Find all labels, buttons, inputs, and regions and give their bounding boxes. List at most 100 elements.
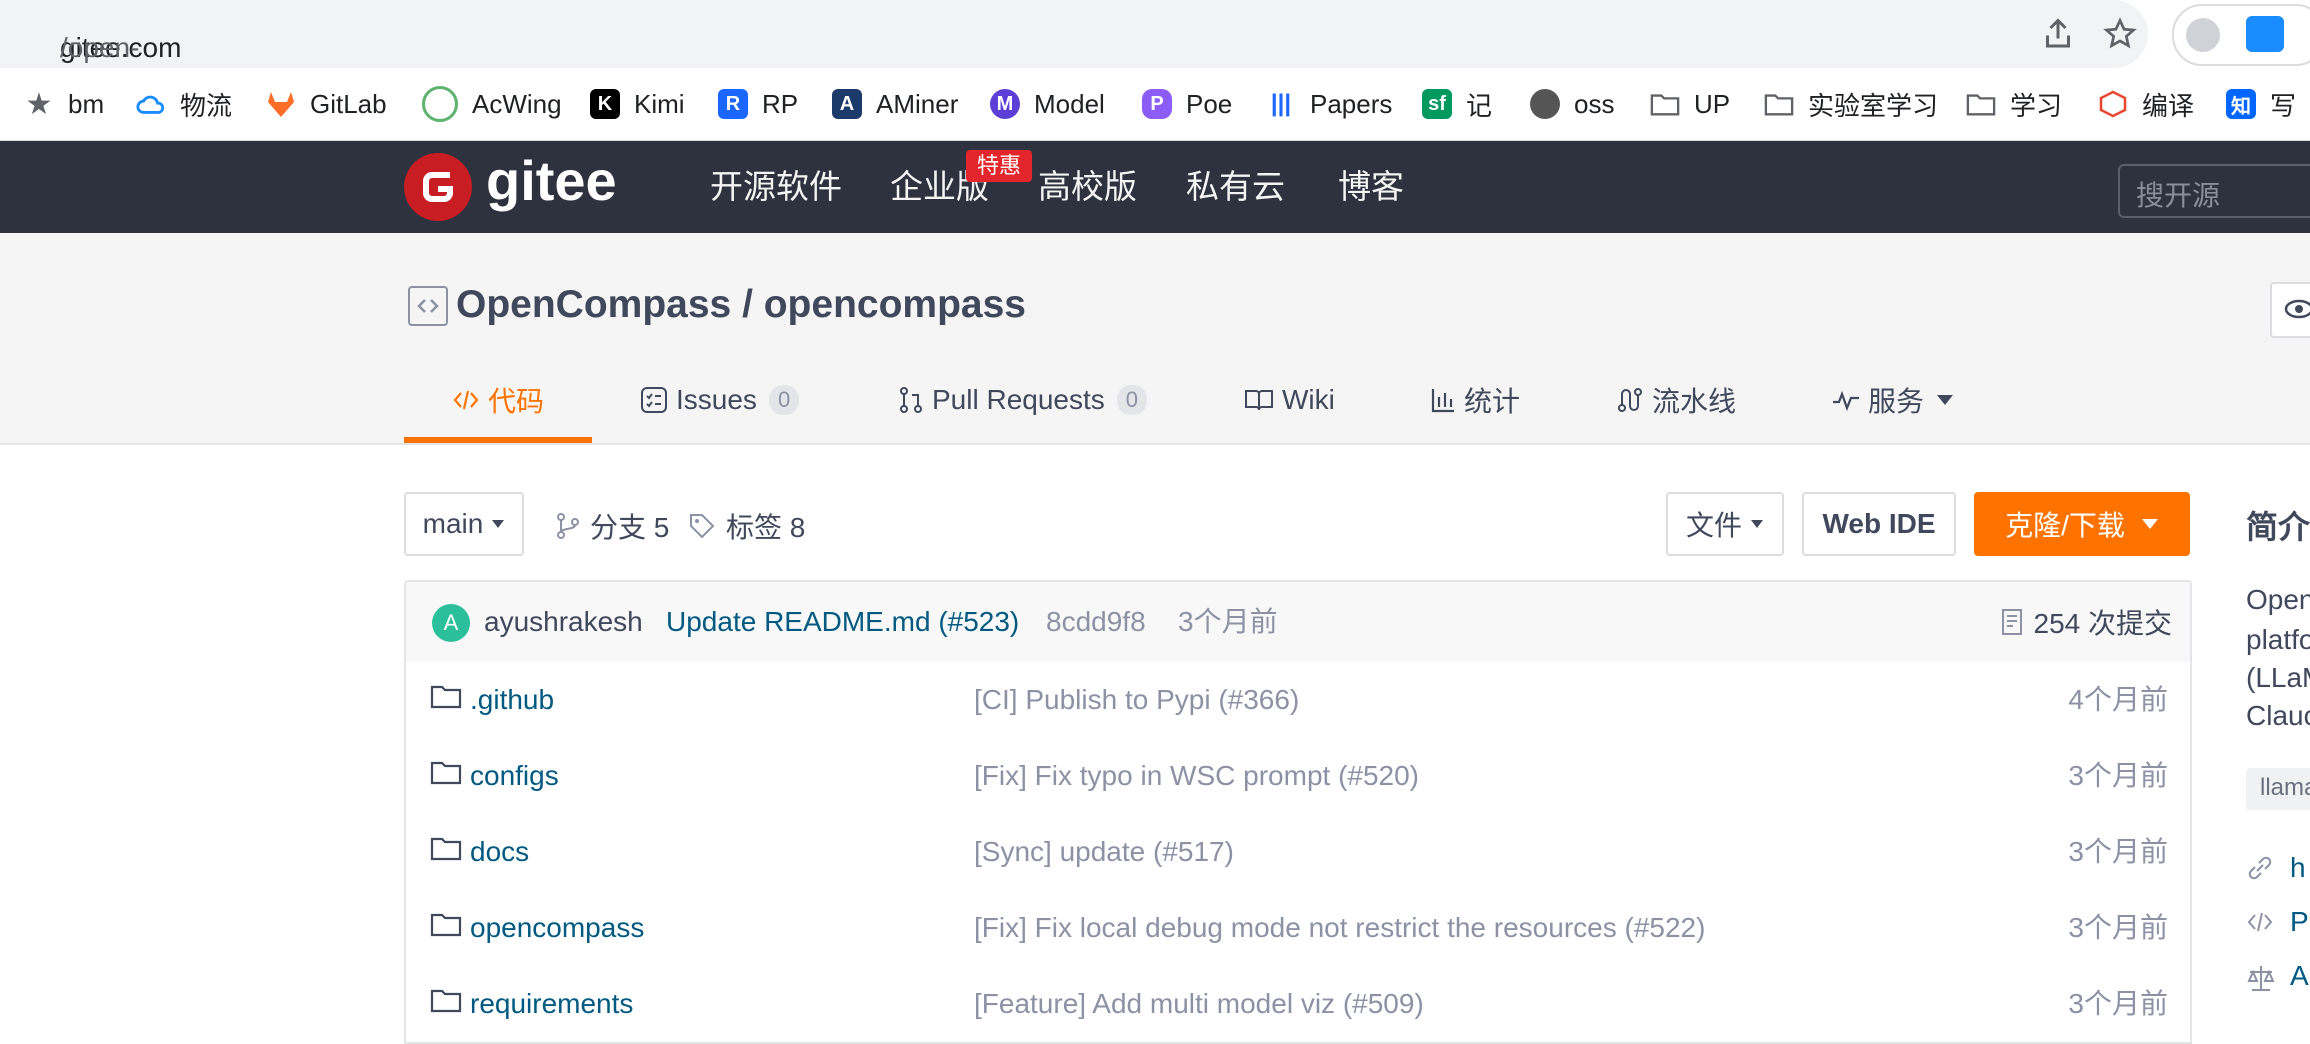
bookmark-item[interactable]: 实验室学习 [1764,82,1938,126]
kimi-icon: K [590,89,620,119]
issues-icon [641,387,667,413]
gitee-logo-icon[interactable] [404,153,472,221]
bookmark-label: Papers [1310,88,1393,119]
sidebar-homepage-link[interactable]: h [2290,848,2306,888]
bookmark-label: Poe [1186,88,1233,119]
branch-icon [557,513,579,539]
bookmark-item[interactable]: P Poe [1142,82,1232,126]
aminer-icon: A [832,89,862,119]
branches-label: 分支 5 [590,512,670,543]
sidebar-license-link[interactable]: A [2290,956,2309,996]
caret-down-icon [1937,395,1954,405]
share-icon[interactable] [2040,16,2076,57]
tab-label: 流水线 [1652,386,1737,417]
nav-private-cloud[interactable]: 私有云 [1186,165,1285,209]
bookmark-label: bm [68,88,105,119]
file-row[interactable]: docs [Sync] update (#517) 3个月前 [404,814,2192,892]
gitee-logo-text[interactable]: gitee [486,147,617,215]
bookmark-label: UP [1694,88,1731,119]
commit-count-label: 254 次提交 [2033,608,2173,639]
tab-label: 服务 [1868,386,1925,417]
project-header [0,233,2310,445]
bar-chart-icon [1431,389,1454,413]
bookmark-label: 写 [2270,90,2297,121]
file-name[interactable]: docs [470,832,529,872]
clone-download-button[interactable]: 克隆/下载 [1974,492,2190,556]
bookmark-item[interactable]: K Kimi [590,82,685,126]
web-ide-button[interactable]: Web IDE [1802,492,1956,556]
file-name[interactable]: requirements [470,984,633,1024]
bookmark-item[interactable]: AcWing [422,82,562,126]
license-scale-icon [2246,964,2276,997]
bookmark-item[interactable]: sf 记 [1422,82,1492,126]
bookmark-item[interactable]: UP [1650,82,1730,126]
bookmark-label: Kimi [634,88,685,119]
topic-tag[interactable]: llama [2246,768,2310,810]
pr-count-badge: 0 [1116,385,1148,415]
file-row[interactable]: .github [CI] Publish to Pypi (#366) 4个月前 [404,662,2192,740]
file-dropdown-button[interactable]: 文件 [1666,492,1784,556]
tags-link[interactable]: 标签 8 [688,506,805,546]
bookmark-item[interactable]: A AMiner [832,82,958,126]
bookmark-star-icon[interactable] [2102,16,2138,57]
search-input[interactable]: 搜开源 [2118,164,2310,218]
nav-blog[interactable]: 博客 [1338,165,1404,209]
file-row[interactable]: opencompass [Fix] Fix local debug mode n… [404,890,2192,968]
bookmark-item[interactable]: ★ bm [24,82,105,126]
tab-stats[interactable]: 统计 [1430,376,1520,424]
bookmark-item[interactable]: R RP [718,82,798,126]
tab-wiki[interactable]: Wiki [1244,376,1335,424]
bookmark-item[interactable]: ||| Papers [1266,82,1392,126]
gitlab-icon [266,89,296,119]
bookmark-item[interactable]: M Model [990,82,1105,126]
bookmark-item[interactable]: 物流 [136,82,232,126]
commit-time: 3个月前 [1178,606,1278,637]
nav-education[interactable]: 高校版 [1038,165,1137,209]
commit-author[interactable]: ayushrakesh [484,602,643,642]
file-row[interactable]: requirements [Feature] Add multi model v… [404,966,2192,1044]
commit-count-link[interactable]: 254 次提交 [2000,602,2173,642]
bookmark-item[interactable]: 编译 [2098,82,2194,126]
commit-hash[interactable]: 8cdd9f8 [1046,602,1146,642]
extension-icon[interactable] [2246,16,2284,52]
tab-pipeline[interactable]: 流水线 [1616,376,1736,424]
repo-icon [408,286,448,326]
acwing-icon [422,86,458,122]
nav-opensource[interactable]: 开源软件 [710,165,842,209]
bookmark-label: AMiner [876,88,959,119]
bookmark-item[interactable]: GitLab [266,82,387,126]
tab-issues[interactable]: Issues 0 [640,376,800,424]
branch-select[interactable]: main [404,492,524,556]
commit-message[interactable]: Update README.md (#523) [666,602,1019,642]
watch-button[interactable] [2270,282,2310,338]
file-commit-message[interactable]: [Fix] Fix typo in WSC prompt (#520) [974,756,1419,796]
active-tab-indicator [404,437,592,443]
file-name[interactable]: configs [470,756,559,796]
bookmark-item[interactable]: 学习 [1966,82,2062,126]
eye-icon [2284,299,2310,319]
tab-services[interactable]: 服务 [1832,376,1962,424]
project-title[interactable]: OpenCompass / opencompass [456,280,1026,330]
file-commit-message[interactable]: [CI] Publish to Pypi (#366) [974,680,1299,720]
tab-pull-requests[interactable]: Pull Requests 0 [898,376,1148,424]
globe-icon [1530,89,1560,119]
tab-label: 统计 [1464,386,1521,417]
file-commit-message[interactable]: [Sync] update (#517) [974,832,1234,872]
avatar[interactable]: A [432,604,470,642]
tab-code[interactable]: 代码 [452,376,544,424]
code-icon [2246,910,2274,939]
file-row[interactable]: configs [Fix] Fix typo in WSC prompt (#5… [404,738,2192,816]
file-commit-message[interactable]: [Fix] Fix local debug mode not restrict … [974,908,1705,948]
bookmark-item[interactable]: 知写 [2226,82,2296,126]
branches-link[interactable]: 分支 5 [556,506,669,546]
link-icon [2246,854,2274,887]
url-field[interactable]: gitee.com/open-compass/opencompass?_from… [0,0,2148,143]
extension-icon[interactable] [2186,18,2220,52]
file-name[interactable]: opencompass [470,908,644,948]
bookmark-item[interactable]: oss [1530,82,1614,126]
bookmark-label: 物流 [180,90,233,121]
book-icon [1245,390,1273,411]
sidebar-language-link[interactable]: P [2290,902,2309,942]
file-name[interactable]: .github [470,680,554,720]
file-commit-message[interactable]: [Feature] Add multi model viz (#509) [974,984,1424,1024]
